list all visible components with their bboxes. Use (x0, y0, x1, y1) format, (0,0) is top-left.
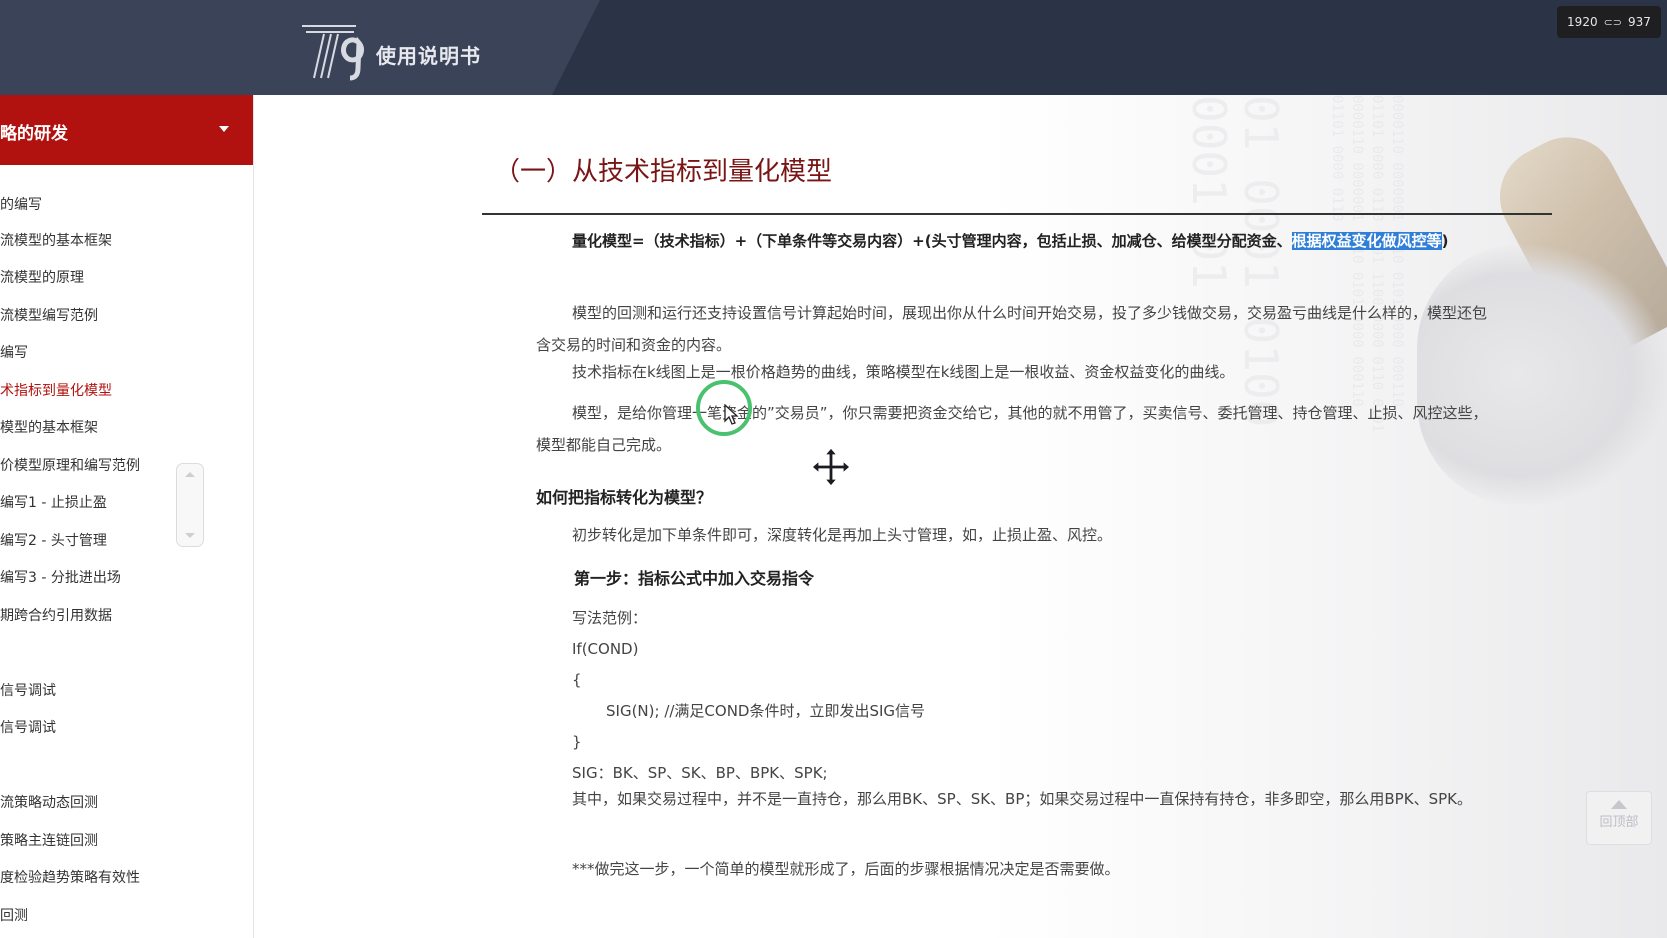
paragraph-text: 模型，是给你管理一笔资金的”交易员”，你只需要把资金交给它，其他的就不用管了，买… (536, 404, 1488, 454)
resolution-badge: 1920 ⊂⊃ 937 (1557, 6, 1661, 38)
sidebar-item[interactable]: 编写3 - 分批进出场 (0, 568, 121, 588)
mouse-pointer-icon (724, 404, 739, 425)
paragraph-indicator: 技术指标在k线图上是一根价格趋势的曲线，策略模型在k线图上是一根收益、资金权益变… (536, 356, 1496, 388)
selected-text-continued: 变化做风控等 (1351, 232, 1442, 250)
sidebar-item[interactable]: 信号调试 (0, 681, 56, 701)
code-line: { (572, 671, 582, 689)
scroll-up-icon (185, 472, 195, 477)
paragraph-text: 初步转化是加下单条件即可，深度转化是再加上头寸管理，如，止损止盈、风控。 (572, 526, 1113, 544)
code-label: 写法范例： (572, 609, 648, 627)
sidebar-scrollbar[interactable] (176, 463, 204, 547)
code-line: If(COND) (572, 640, 639, 658)
sidebar-item[interactable]: 流模型的原理 (0, 268, 84, 288)
sidebar-item[interactable]: 流模型的基本框架 (0, 231, 112, 251)
move-cursor-icon (811, 447, 851, 487)
code-line: } (572, 733, 582, 751)
t9-logo-icon (302, 25, 364, 81)
sidebar-item[interactable]: 流模型编写范例 (0, 306, 98, 326)
formula-text: 量化模型=（技术指标）+（下单条件等交易内容）+(头寸管理内容，包括止损、加减仓… (572, 232, 1292, 250)
scroll-down-icon (185, 533, 195, 538)
paragraph-explanation: 其中，如果交易过程中，并不是一直持仓，那么用BK、SP、SK、BP；如果交易过程… (536, 783, 1496, 815)
sidebar-item[interactable]: 价模型原理和编写范例 (0, 456, 140, 476)
title-divider (482, 213, 1552, 215)
link-icon: ⊂⊃ (1603, 15, 1623, 29)
caret-down-icon (219, 126, 229, 132)
sidebar-section-title: 略的研发 (0, 124, 68, 144)
paragraph-backtest: 模型的回测和运行还支持设置信号计算起始时间，展现出你从什么时间开始交易，投了多少… (536, 297, 1496, 361)
back-to-top-label: 回顶部 (1599, 815, 1639, 830)
back-to-top-button[interactable]: 回顶部 (1586, 791, 1652, 845)
sidebar-item[interactable]: 策略主连链回测 (0, 831, 98, 851)
paragraph-text: 技术指标在k线图上是一根价格趋势的曲线，策略模型在k线图上是一根收益、资金权益变… (572, 363, 1235, 381)
sidebar-item[interactable]: 的编写 (0, 195, 42, 215)
paragraph-formula: 量化模型=（技术指标）+（下单条件等交易内容）+(头寸管理内容，包括止损、加减仓… (536, 225, 1496, 257)
article: （一）从技术指标到量化模型 量化模型=（技术指标）+（下单条件等交易内容）+(头… (254, 95, 1667, 938)
sidebar-item[interactable]: 流策略动态回测 (0, 793, 98, 813)
sidebar-section-header[interactable]: 略的研发 (0, 95, 253, 165)
sidebar-item[interactable]: 期跨合约引用数据 (0, 606, 112, 626)
main-content: 01 0001 0100 0001 01 0000110 0000001 011… (254, 95, 1667, 938)
sidebar-item[interactable]: 编写2 - 头寸管理 (0, 531, 107, 551)
sidebar-item[interactable]: 回测 (0, 906, 28, 926)
section-heading: 如何把指标转化为模型？ (536, 488, 713, 507)
code-line: SIG(N); //满足COND条件时，立即发出SIG信号 (606, 702, 926, 720)
top-header: 使用说明书 1920 ⊂⊃ 937 (0, 0, 1667, 95)
paragraph-text: 模型的回测和运行还支持设置信号计算起始时间，展现出你从什么时间开始交易，投了多少… (536, 304, 1488, 354)
sidebar-item[interactable]: 模型的基本框架 (0, 418, 98, 438)
sidebar-nav: 略的研发 的编写 流模型的基本框架 流模型的原理 流模型编写范例 编写 术指标到… (0, 95, 254, 938)
code-line: SIG：BK、SP、SK、BP、BPK、SPK; (572, 764, 828, 782)
sidebar-item[interactable]: 编写1 - 止损止盈 (0, 493, 107, 513)
page-title: （一）从技术指标到量化模型 (494, 157, 833, 187)
sidebar-item[interactable]: 信号调试 (0, 718, 56, 738)
logo-text: 使用说明书 (376, 44, 481, 68)
paragraph-conversion: 初步转化是加下单条件即可，深度转化是再加上头寸管理，如，止损止盈、风控。 (536, 519, 1496, 551)
formula-suffix: ) (1441, 232, 1449, 250)
sidebar-item-active[interactable]: 术指标到量化模型 (0, 381, 112, 401)
sidebar-item[interactable]: 编写 (0, 343, 28, 363)
app-logo[interactable]: 使用说明书 (300, 22, 500, 82)
resolution-height: 937 (1628, 15, 1651, 29)
paragraph-text: 其中，如果交易过程中，并不是一直持仓，那么用BK、SP、SK、BP；如果交易过程… (572, 790, 1472, 808)
paragraph-trader: 模型，是给你管理一笔资金的”交易员”，你只需要把资金交给它，其他的就不用管了，买… (536, 397, 1496, 461)
resolution-width: 1920 (1567, 15, 1598, 29)
sidebar-item[interactable]: 度检验趋势策略有效性 (0, 868, 140, 888)
step-heading: 第一步：指标公式中加入交易指令 (574, 569, 815, 588)
paragraph-note: ***做完这一步，一个简单的模型就形成了，后面的步骤根据情况决定是否需要做。 (572, 860, 1120, 878)
arrow-up-icon (1611, 800, 1627, 809)
selected-text: 根据权益 (1291, 232, 1352, 250)
